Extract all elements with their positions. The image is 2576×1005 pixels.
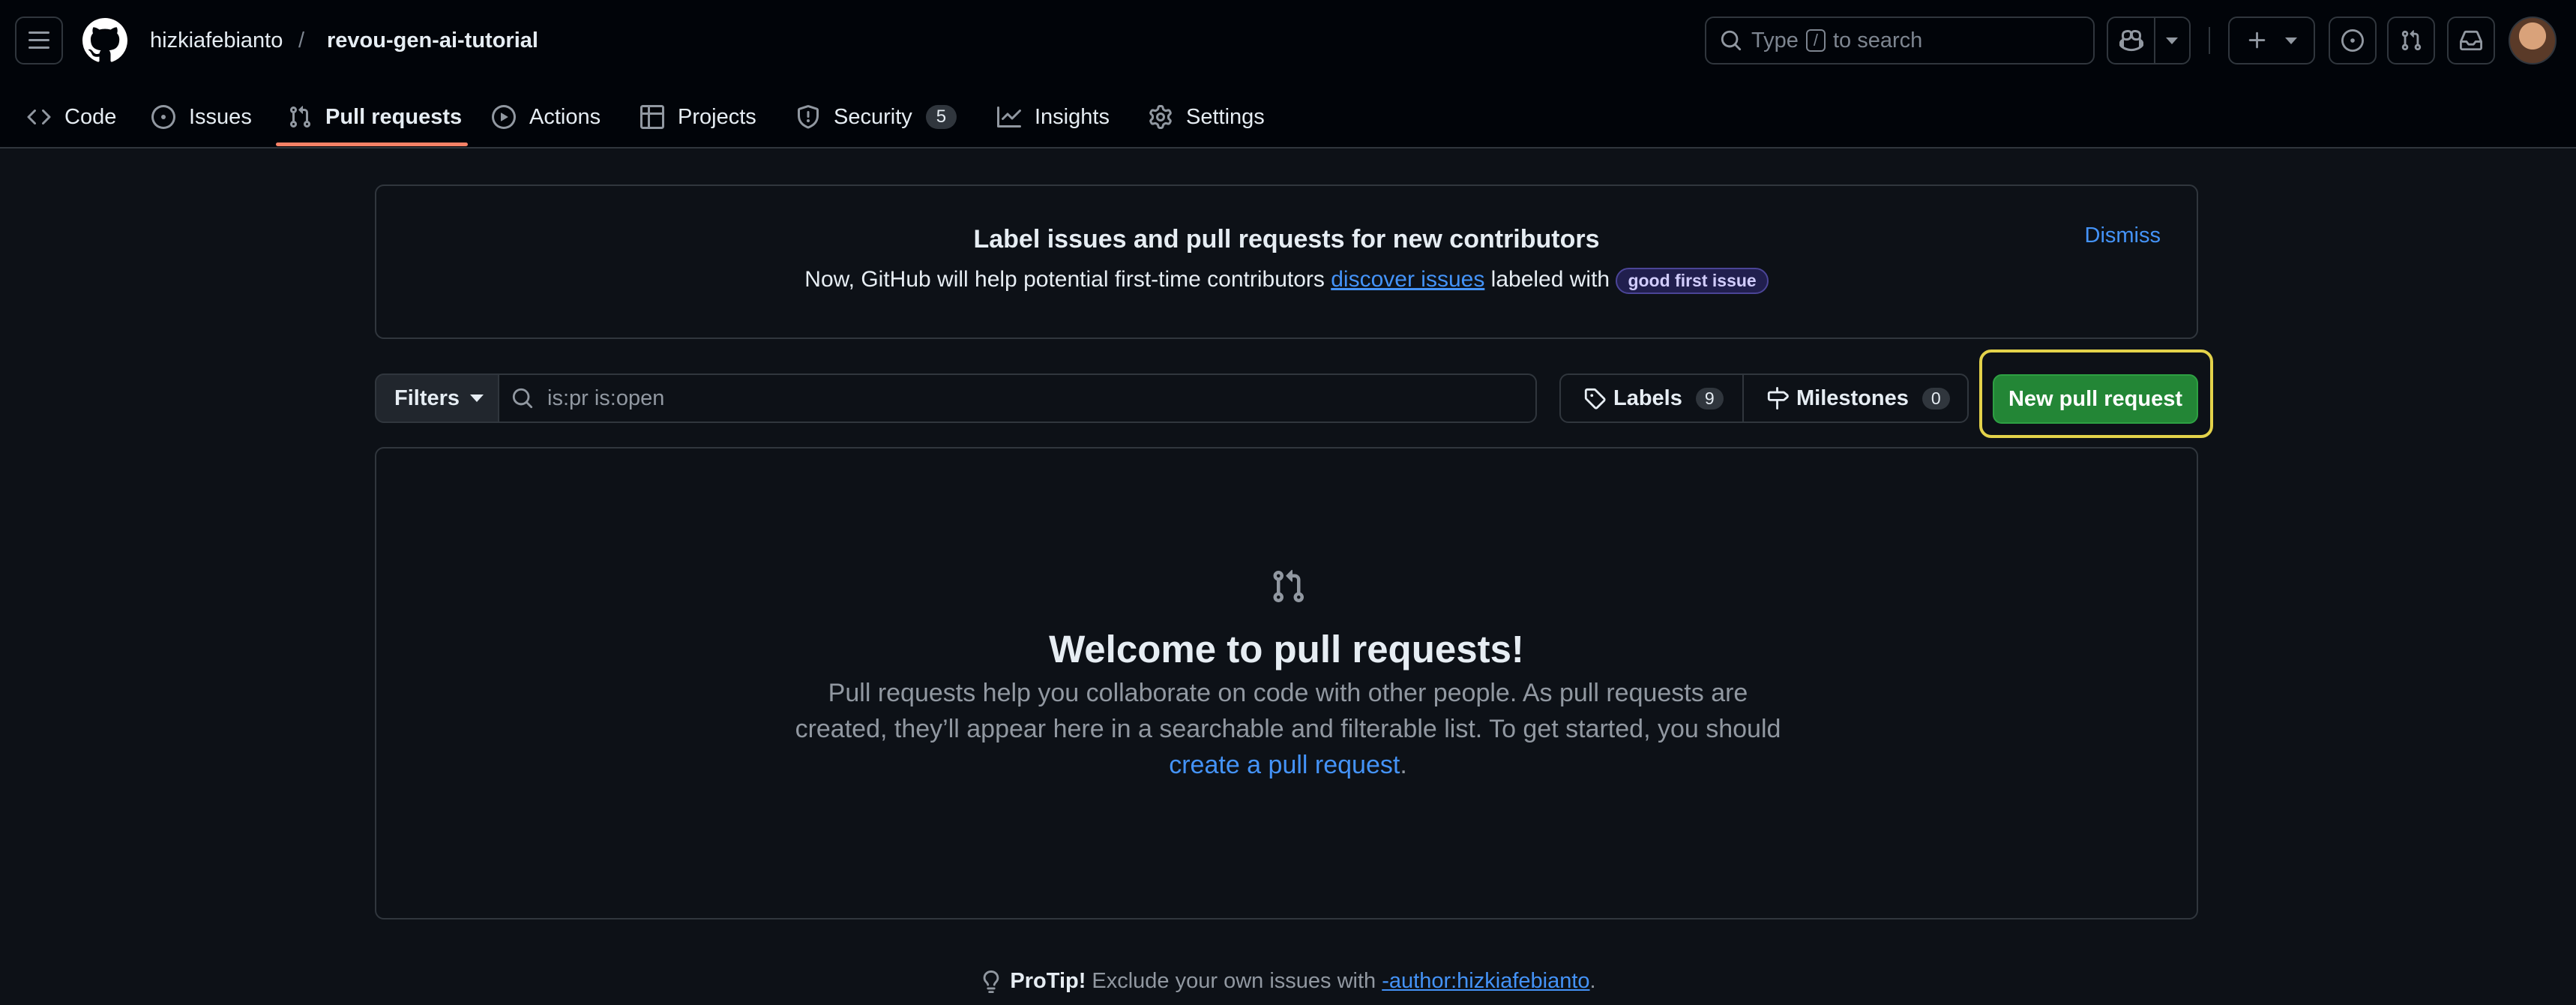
search-icon [512,388,533,409]
milestone-icon [1767,387,1789,410]
empty-state-period: . [1400,751,1407,779]
play-icon [492,105,516,129]
issue-opened-icon [151,105,175,129]
empty-state-title: Welcome to pull requests! [1049,628,1524,670]
hamburger-icon [28,32,49,49]
banner-text: Now, GitHub will help potential first-ti… [376,267,2197,294]
tab-label: Code [64,104,117,129]
breadcrumb-separator: / [298,28,305,52]
labels-milestones-group: Labels 9 Milestones 0 [1559,374,1969,423]
tab-code[interactable]: Code [27,96,116,138]
labels-count-badge: 9 [1695,387,1724,410]
tab-actions[interactable]: Actions [492,96,601,138]
discover-issues-link[interactable]: discover issues [1331,267,1484,292]
repo-navigation: Code Issues Pull requests Actions Projec… [0,81,2576,148]
protip-period: . [1589,969,1596,993]
git-pull-request-icon [2401,30,2422,51]
banner-text-after: labeled with [1490,267,1610,292]
gear-icon [1149,105,1172,129]
your-issues-button[interactable] [2329,16,2377,64]
shield-icon [798,105,819,129]
tab-label: Security [834,104,912,129]
light-bulb-icon [984,970,999,993]
milestones-label: Milestones [1796,386,1909,410]
tab-settings[interactable]: Settings [1149,96,1265,138]
search-icon [1721,30,1742,51]
labels-button[interactable]: Labels 9 [1561,375,1744,422]
protip-link[interactable]: -author:hizkiafebianto [1382,969,1589,994]
protip: ProTip! Exclude your own issues with -au… [0,969,2576,994]
filters-button[interactable]: Filters [375,374,499,423]
tab-security[interactable]: Security 5 [796,96,957,138]
banner-title: Label issues and pull requests for new c… [973,225,1600,254]
code-icon [27,109,51,125]
user-avatar[interactable] [2509,16,2557,64]
breadcrumb-owner[interactable]: hizkiafebianto [150,27,283,54]
copilot-divider [2154,16,2155,64]
tab-label: Insights [1035,104,1110,129]
table-icon [640,105,664,129]
tab-issues[interactable]: Issues [151,96,252,138]
github-logo-icon[interactable] [82,18,127,63]
protip-text: Exclude your own issues with [1092,969,1376,993]
graph-icon [997,106,1021,128]
filters-label: Filters [394,386,460,410]
header-divider [2209,27,2210,54]
banner-text-before: Now, GitHub will help potential first-ti… [804,267,1325,292]
empty-state-description: Pull requests help you collaborate on co… [795,679,1781,743]
issue-opened-icon [2341,29,2364,52]
breadcrumb-repo[interactable]: revou-gen-ai-tutorial [327,27,538,54]
tab-label: Issues [189,104,252,129]
your-pull-requests-button[interactable] [2387,16,2435,64]
caret-down-icon [470,394,484,402]
create-new-button[interactable] [2228,16,2315,64]
tab-label: Projects [678,104,756,129]
tag-icon [1584,388,1606,410]
notifications-button[interactable] [2447,16,2495,64]
tab-label: Pull requests [325,104,463,129]
search-placeholder-prefix: Type [1751,28,1799,52]
chevron-down-icon [2285,37,2297,44]
security-count-badge: 5 [925,105,957,129]
tab-label: Actions [529,104,601,129]
copilot-button[interactable] [2107,16,2191,64]
dismiss-button[interactable]: Dismiss [2085,224,2161,248]
git-pull-request-icon [1273,569,1304,603]
labels-label: Labels [1613,386,1682,410]
chevron-down-icon[interactable] [2166,37,2178,44]
tab-pull-requests[interactable]: Pull requests [288,96,462,138]
inbox-icon [2460,30,2482,51]
contributors-banner: Label issues and pull requests for new c… [375,184,2198,339]
good-first-issue-label: good first issue [1616,267,1769,294]
milestones-count-badge: 0 [1922,387,1950,410]
git-pull-request-icon [289,106,311,128]
search-placeholder-suffix: to search [1833,28,1923,52]
tab-label: Settings [1186,104,1265,129]
plus-icon [2248,32,2266,49]
empty-state-panel: Welcome to pull requests! Pull requests … [375,447,2198,920]
create-pull-request-link[interactable]: create a pull request [1169,751,1400,779]
active-tab-indicator [276,142,468,146]
empty-state-text: Pull requests help you collaborate on co… [789,675,1787,783]
global-header: hizkiafebianto / revou-gen-ai-tutorial T… [0,0,2576,81]
tab-insights[interactable]: Insights [997,96,1110,138]
menu-button[interactable] [15,16,63,64]
filter-search-input[interactable]: is:pr is:open [498,374,1537,423]
tab-projects[interactable]: Projects [640,96,756,138]
search-shortcut-key: / [1805,29,1826,52]
protip-label: ProTip! [1010,969,1086,993]
copilot-icon [2119,29,2143,52]
new-pull-request-button[interactable]: New pull request [1993,374,2198,424]
milestones-button[interactable]: Milestones 0 [1744,375,1950,422]
global-search-input[interactable]: Type / to search [1705,16,2095,64]
filter-query: is:pr is:open [547,386,665,410]
